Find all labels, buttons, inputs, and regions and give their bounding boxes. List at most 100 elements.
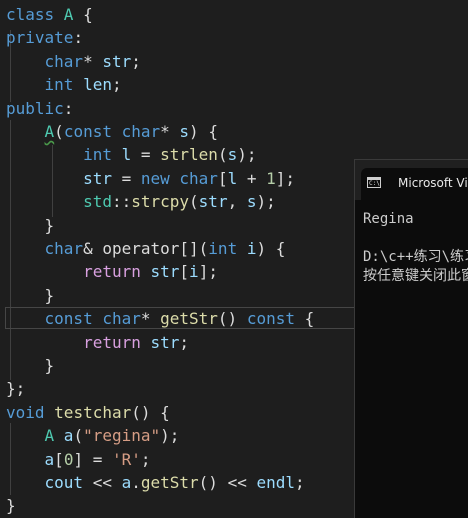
- code-token: }: [6, 215, 55, 235]
- code-line: }: [6, 494, 16, 517]
- code-token: [: [179, 262, 190, 282]
- console-output-line: 按任意键关闭此窗口. . .: [363, 268, 468, 284]
- code-token: (: [54, 122, 64, 141]
- code-token: int: [83, 145, 122, 165]
- code-token: () {: [131, 402, 170, 422]
- code-token: char: [179, 168, 218, 188]
- code-line: };: [6, 377, 25, 400]
- code-token: (: [73, 426, 84, 446]
- code-token: public: [6, 98, 64, 118]
- code-token: (): [217, 309, 247, 329]
- code-token: +: [237, 168, 267, 188]
- code-token: char: [44, 51, 84, 71]
- code-line: class A {: [6, 3, 93, 26]
- code-token: str: [83, 168, 112, 188]
- code-token: 'R': [111, 449, 141, 469]
- code-line: int l = strlen(s);: [6, 143, 256, 166]
- code-token: 0: [63, 449, 74, 469]
- code-line: void testchar() {: [6, 401, 170, 424]
- code-token: }: [6, 285, 55, 305]
- code-token: ::: [111, 192, 132, 212]
- code-token: [: [217, 168, 228, 188]
- terminal-icon: C:\: [367, 177, 381, 188]
- code-token: () <<: [198, 473, 257, 492]
- code-line: char& operator[](int i) {: [6, 237, 286, 260]
- code-token: operator[](: [102, 239, 209, 258]
- code-line: A a("regina");: [6, 424, 180, 447]
- code-token: ;: [295, 473, 305, 492]
- code-line: }: [6, 284, 55, 307]
- code-token: i: [189, 262, 199, 282]
- code-line: public:: [6, 97, 73, 120]
- code-token: =: [111, 168, 141, 188]
- code-token: s: [179, 122, 190, 141]
- code-token: }: [6, 356, 55, 375]
- code-token: str: [150, 262, 180, 282]
- code-token: testchar: [54, 402, 132, 422]
- code-token: *: [140, 309, 161, 329]
- code-token: "regina": [83, 426, 161, 446]
- code-token: :: [63, 98, 74, 118]
- code-token: ];: [275, 168, 296, 188]
- code-token: char: [121, 122, 161, 141]
- code-token: len: [83, 75, 112, 95]
- code-token: ] =: [73, 449, 112, 469]
- code-token: {: [304, 309, 315, 329]
- code-token: =: [131, 145, 161, 165]
- code-token: strlen: [160, 145, 218, 165]
- code-token: (: [189, 192, 199, 212]
- code-line: a[0] = 'R';: [6, 448, 151, 471]
- console-output-line: Regina: [363, 211, 414, 227]
- console-titlebar: C:\ Microsoft Visual Studio 调试控制台: [355, 160, 468, 200]
- code-token: };: [6, 379, 26, 399]
- code-token: int: [44, 75, 84, 95]
- code-token: s: [227, 145, 238, 165]
- code-line: }: [6, 214, 55, 237]
- code-token: new: [140, 168, 180, 188]
- debug-console-window[interactable]: C:\ Microsoft Visual Studio 调试控制台 Regina…: [354, 159, 468, 518]
- code-token: a: [44, 449, 55, 469]
- code-token: getStr: [140, 473, 199, 492]
- code-token: <<: [83, 473, 122, 492]
- code-token: l: [227, 168, 238, 188]
- code-token: std: [83, 192, 112, 212]
- code-token: [: [54, 449, 64, 469]
- code-token: ) {: [256, 239, 286, 258]
- code-token: getStr: [160, 309, 218, 329]
- code-token: return: [83, 262, 151, 282]
- code-token: A: [63, 5, 74, 24]
- code-token: }: [6, 496, 16, 516]
- code-line: private:: [6, 26, 83, 49]
- code-line: A(const char* s) {: [6, 120, 218, 143]
- code-token: ;: [111, 75, 122, 95]
- code-token: ;: [131, 51, 141, 71]
- code-token: );: [160, 426, 180, 446]
- code-token: 1: [266, 168, 276, 188]
- code-token: a: [121, 473, 132, 492]
- code-line: const char* getStr() const {: [6, 307, 315, 330]
- code-token: str: [198, 192, 228, 212]
- code-token: int: [208, 239, 247, 258]
- code-token: ;: [179, 332, 190, 352]
- code-token: .: [131, 473, 141, 492]
- code-token: A: [44, 122, 55, 141]
- code-line: char* str;: [6, 50, 141, 73]
- code-token: (: [217, 145, 228, 165]
- code-token: ,: [227, 192, 247, 212]
- code-token: cout: [44, 473, 84, 492]
- code-token: );: [256, 192, 276, 212]
- code-token: return: [83, 332, 151, 352]
- code-line: int len;: [6, 73, 122, 96]
- code-token: a: [63, 426, 74, 446]
- code-token: const: [44, 309, 103, 329]
- code-token: :: [73, 28, 84, 48]
